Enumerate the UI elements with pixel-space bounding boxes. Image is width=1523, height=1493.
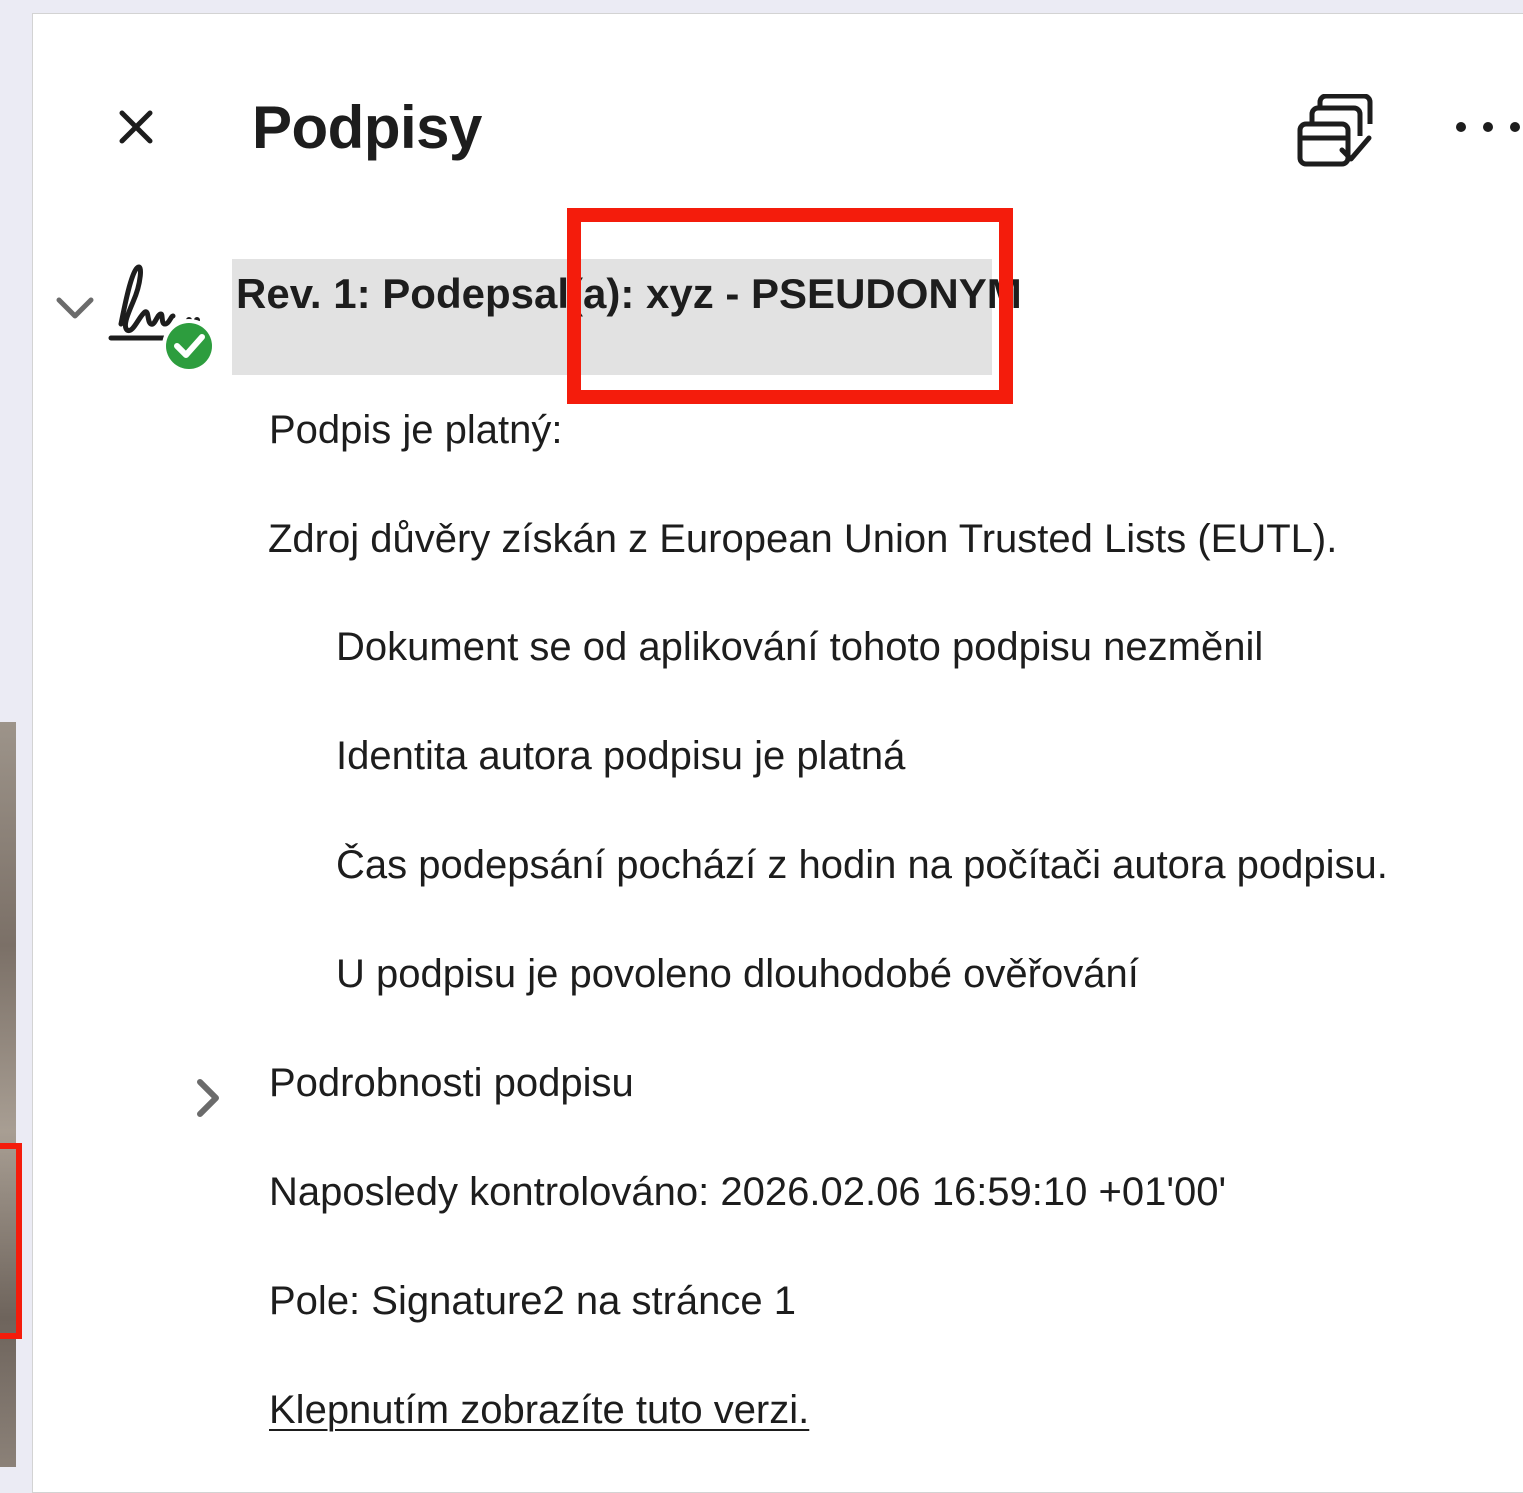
last-checked: Naposledy kontrolováno: 2026.02.06 16:59…: [269, 1170, 1227, 1214]
signature-details-toggle[interactable]: Podrobnosti podpisu: [269, 1055, 634, 1111]
chevron-right-icon[interactable]: [193, 1076, 223, 1120]
signature-valid-icon: [107, 254, 219, 374]
annotation-highlight-box: [567, 208, 1013, 404]
check-item: Čas podepsání pochází z hodin na počítač…: [336, 843, 1388, 887]
signature-field: Pole: Signature2 na stránce 1: [269, 1279, 797, 1323]
check-item: Dokument se od aplikování tohoto podpisu…: [336, 625, 1264, 669]
panel-title: Podpisy: [252, 94, 482, 161]
check-item: Identita autora podpisu je platná: [336, 734, 906, 778]
chevron-down-icon[interactable]: [55, 294, 95, 322]
check-item: U podpisu je povoleno dlouhodobé ověřová…: [336, 952, 1139, 996]
close-icon[interactable]: [119, 110, 153, 144]
background-highlight-mark: [0, 1143, 22, 1339]
more-options-icon[interactable]: [1453, 114, 1523, 140]
background-document-strip: [0, 722, 16, 1467]
view-version-link[interactable]: Klepnutím zobrazíte tuto verzi.: [269, 1382, 809, 1438]
signatures-panel: Podpisy Rev. 1: Podepsal(a): xyz - PSEUD…: [32, 13, 1523, 1493]
signature-status: Podpis je platný:: [269, 408, 563, 452]
validate-all-icon[interactable]: [1296, 93, 1376, 170]
trust-source: Zdroj důvěry získán z European Union Tru…: [268, 517, 1338, 561]
